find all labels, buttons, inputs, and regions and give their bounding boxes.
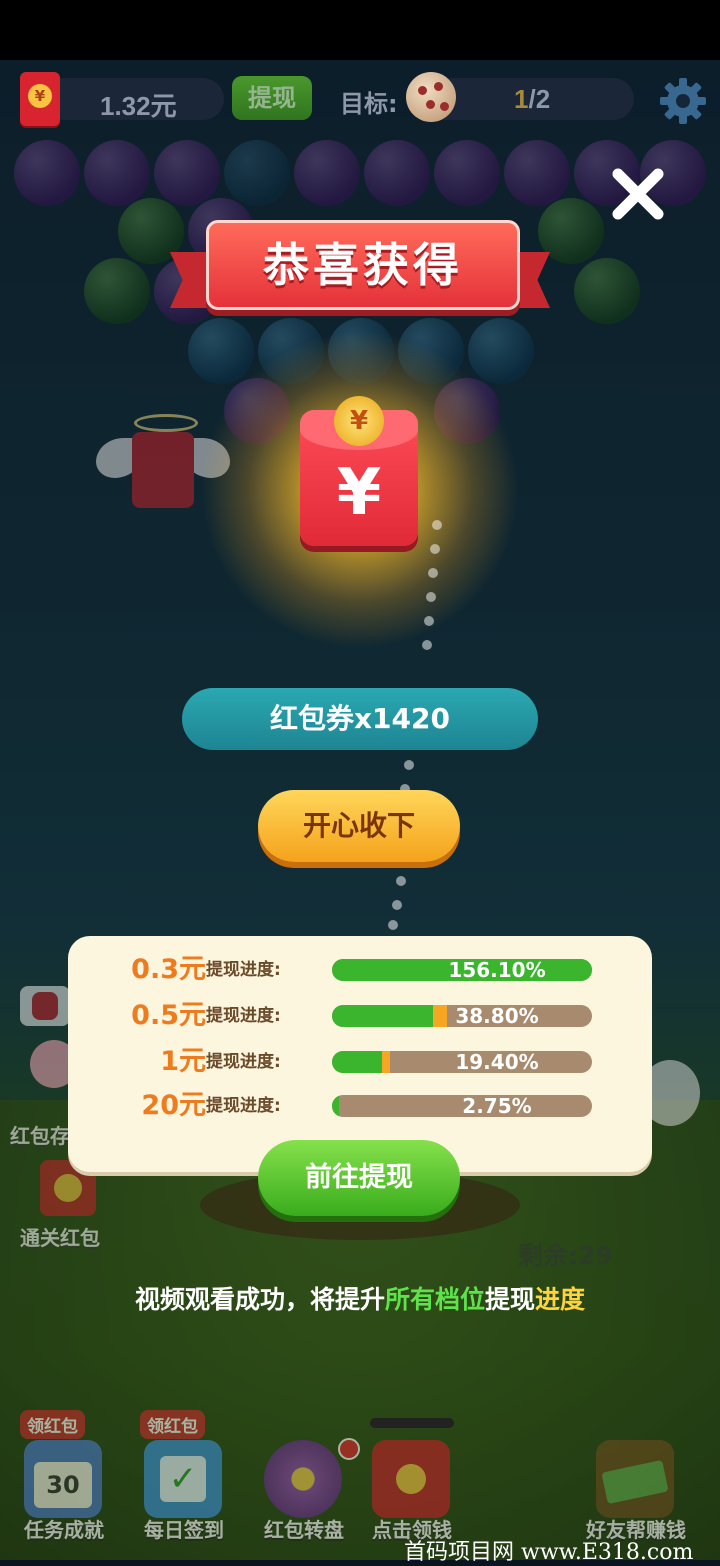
nav-red-packet-wheel[interactable]: 红包转盘 [254, 1430, 360, 1542]
remaining-count: 剩余:29 [518, 1241, 613, 1270]
nav-click-collect[interactable]: 点击领钱 [362, 1430, 462, 1542]
progress-bar: 38.80% [332, 1005, 592, 1027]
target-label: 目标: [340, 90, 398, 118]
nav-label: 任务成就 [24, 1518, 104, 1542]
go-withdraw-button[interactable]: 前往提现 [258, 1140, 460, 1216]
nav-label: 每日签到 [144, 1518, 224, 1542]
status-bar [0, 0, 720, 60]
progress-label: 提现进度: [206, 1006, 281, 1026]
nav-label: 红包转盘 [264, 1518, 344, 1542]
watermark: 首码项目网 www.E318.com [404, 1540, 694, 1565]
red-packet-icon: ¥ [20, 72, 60, 126]
progress-label: 提现进度: [206, 960, 281, 980]
egg-icon [406, 72, 456, 122]
progress-percent: 19.40% [455, 1051, 539, 1073]
nav-task-achievement[interactable]: 30 领红包 任务成就 [14, 1410, 114, 1542]
progress-row: 20元 提现进度: 2.75% [68, 1086, 652, 1126]
level-red-packet-label: 通关红包 [20, 1226, 100, 1250]
cash-stack-icon [596, 1440, 674, 1518]
tier-amount: 20元 [141, 1090, 206, 1121]
withdraw-progress-panel: 0.3元 提现进度: 156.10% 0.5元 提现进度: 38.80% 1元 … [68, 936, 652, 1172]
withdraw-button[interactable]: 提现 [232, 76, 312, 120]
progress-row: 0.5元 提现进度: 38.80% [68, 996, 652, 1036]
top-bar: ¥ 1.32元 提现 目标: 1/2 [14, 70, 706, 128]
progress-row: 1元 提现进度: 19.40% [68, 1042, 652, 1082]
tier-amount: 0.3元 [131, 954, 206, 985]
wheel-icon [264, 1440, 342, 1518]
coupon-amount: 红包券x1420 [182, 688, 538, 750]
balance-amount: 1.32元 [100, 91, 177, 121]
target-progress: 1/2 [514, 84, 551, 114]
calendar-icon: 30 [24, 1440, 102, 1518]
nav-daily-checkin[interactable]: ✓ 领红包 每日签到 [134, 1410, 234, 1542]
piggy-bank-label: 红包存 [10, 1124, 70, 1148]
progress-bar: 156.10% [332, 959, 592, 981]
tier-amount: 1元 [160, 1046, 206, 1077]
progress-percent: 156.10% [448, 959, 546, 981]
home-indicator [370, 1418, 454, 1428]
nav-friends-earn[interactable]: 好友帮赚钱 [586, 1430, 686, 1542]
nav-badge: 领红包 [140, 1410, 205, 1439]
level-red-packet-item[interactable]: 通关红包 [20, 1160, 130, 1250]
congrats-ribbon: 恭喜获得 [170, 212, 550, 332]
tier-amount: 0.5元 [131, 1000, 206, 1031]
progress-row: 0.3元 提现进度: 156.10% [68, 950, 652, 990]
accept-button[interactable]: 开心收下 [258, 790, 460, 862]
tip-text: 视频观看成功，将提升所有档位提现进度 [134, 1285, 586, 1314]
progress-bar: 2.75% [332, 1095, 592, 1117]
progress-label: 提现进度: [206, 1052, 281, 1072]
red-packet-icon [372, 1440, 450, 1518]
congrats-title: 恭喜获得 [263, 238, 463, 292]
progress-bar: 19.40% [332, 1051, 592, 1073]
progress-label: 提现进度: [206, 1096, 281, 1116]
checkbox-icon: ✓ [144, 1440, 222, 1518]
close-icon[interactable] [606, 162, 670, 226]
nav-badge: 领红包 [20, 1410, 85, 1439]
progress-percent: 38.80% [455, 1005, 539, 1027]
progress-percent: 2.75% [462, 1095, 532, 1117]
gear-icon[interactable] [658, 76, 708, 126]
notification-dot [338, 1438, 360, 1460]
